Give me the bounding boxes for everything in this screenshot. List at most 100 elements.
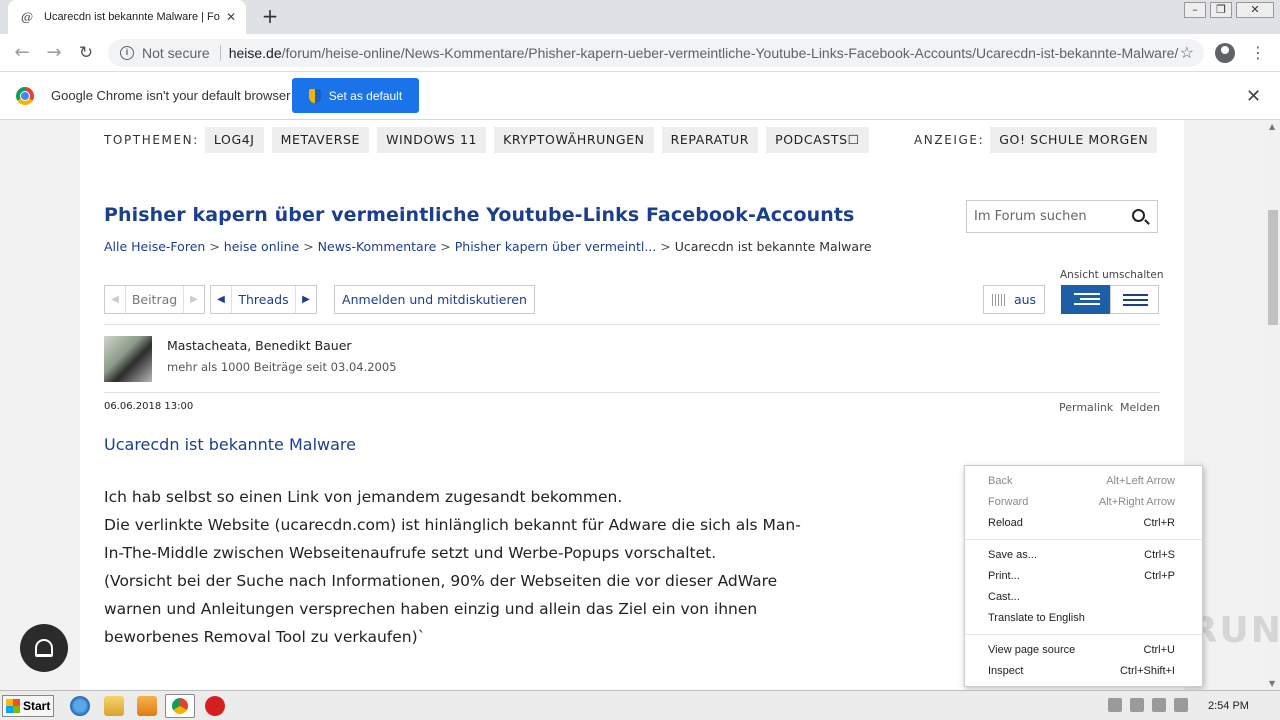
author-name[interactable]: Mastacheata, Benedikt Bauer [167,338,352,353]
url-domain: heise.de [228,45,282,61]
ctx-label: Back [988,475,1013,487]
ctx-back[interactable]: Back Alt+Left Arrow [965,471,1202,492]
ctx-print[interactable]: Print... Ctrl+P [965,566,1202,587]
stop-icon[interactable] [205,696,225,716]
anzeige-label: ANZEIGE: [914,133,985,147]
threads-label: Threads [231,286,296,313]
breadcrumb-separator: > [660,239,671,254]
post-body: Ich hab selbst so einen Link von jemande… [104,483,824,651]
topic-link[interactable]: REPARATUR [661,127,759,153]
bookmark-star-icon[interactable]: ☆ [1180,43,1194,63]
browser-tab[interactable]: @ Ucarecdn ist bekannte Malware | Fo ✕ [8,0,246,34]
tab-title: Ucarecdn ist bekannte Malware | Fo [44,11,220,23]
network-icon[interactable] [1152,698,1166,712]
chrome-taskbar-icon[interactable] [165,694,195,718]
page-scrollbar[interactable]: ▲ ▼ [1266,120,1280,690]
threadlines-off-button[interactable]: aus [983,285,1045,314]
security-label[interactable]: Not secure [142,45,210,61]
view-threaded-button[interactable] [1061,285,1110,314]
ctx-separator [965,539,1202,540]
tray-arrow-icon[interactable] [1108,698,1122,712]
permalink-link[interactable]: Permalink [1059,401,1113,414]
windows-taskbar: Start 2:54 PM [0,690,1280,720]
beitrag-label: Beitrag [125,286,184,313]
ctx-label: Inspect [988,665,1024,677]
info-icon[interactable]: i [120,46,134,60]
ctx-shortcut: Alt+Left Arrow [1106,475,1175,487]
tab-close-icon[interactable]: ✕ [226,10,236,24]
breadcrumb-link[interactable]: Alle Heise-Foren [104,239,205,254]
breadcrumb-separator: > [303,239,314,254]
post-body-line: beworbenes Removal Tool zu verkaufen)` [104,628,426,646]
breadcrumb-link[interactable]: Phisher kapern über vermeintl... [455,239,657,254]
new-tab-button[interactable]: + [258,5,282,29]
flag-icon[interactable] [1174,698,1188,712]
topthemen-label: TOPTHEMEN: [104,133,199,147]
forward-arrow-icon[interactable]: → [42,41,66,65]
file-explorer-icon[interactable] [104,696,124,716]
login-discuss-button[interactable]: Anmelden und mitdiskutieren [334,285,535,314]
thread-title[interactable]: Phisher kapern über vermeintliche Youtub… [104,204,854,226]
divider [104,324,1160,325]
ctx-translate[interactable]: Translate to English [965,608,1202,629]
address-bar[interactable]: i Not secure heise.de/forum/heise-online… [108,39,1204,67]
scroll-up-icon[interactable]: ▲ [1269,122,1275,131]
window-restore-button[interactable]: ❐ [1210,2,1232,18]
prev-thread-icon[interactable]: ◀ [211,294,231,305]
window-close-button[interactable]: ✕ [1236,2,1274,18]
topic-link[interactable]: LOG4J [204,127,264,153]
forum-search-input[interactable]: Im Forum suchen [966,200,1158,233]
start-button[interactable]: Start [2,695,54,717]
post-body-line: Ich hab selbst so einen Link von jemande… [104,488,623,506]
url-path: /forum/heise-online/News-Kommentare/Phis… [281,45,1179,61]
scrollbar-thumb[interactable] [1268,210,1278,325]
media-player-icon[interactable] [137,696,157,716]
ctx-view-source[interactable]: View page source Ctrl+U [965,640,1202,661]
flat-view-icon [1123,294,1148,307]
next-thread-icon[interactable]: ▶ [296,294,316,305]
taskbar-clock[interactable]: 2:54 PM [1208,700,1249,712]
ctx-forward[interactable]: Forward Alt+Right Arrow [965,492,1202,513]
infobar-close-icon[interactable]: ✕ [1246,86,1261,107]
topic-link[interactable]: METAVERSE [271,127,370,153]
anzeige-bar: ANZEIGE: GO! SCHULE MORGEN [914,127,1165,153]
browser-titlebar: @ Ucarecdn ist bekannte Malware | Fo ✕ +… [0,0,1280,34]
bell-icon [35,639,53,657]
next-beitrag-icon[interactable]: ▶ [184,294,204,305]
ctx-inspect[interactable]: Inspect Ctrl+Shift+I [965,661,1202,682]
avatar[interactable] [104,336,152,382]
melden-link[interactable]: Melden [1120,401,1160,414]
ctx-reload[interactable]: Reload Ctrl+R [965,513,1202,534]
ctx-label: View page source [988,644,1076,656]
window-minimize-button[interactable]: – [1184,2,1206,18]
shield-icon [308,88,321,103]
ctx-cast[interactable]: Cast... [965,587,1202,608]
ctx-label: Translate to English [988,612,1085,624]
search-placeholder: Im Forum suchen [974,209,1087,224]
breadcrumb-separator: > [440,239,451,254]
topic-link[interactable]: PODCASTS☐ [766,127,869,153]
ctx-shortcut: Ctrl+R [1143,517,1175,529]
url-text[interactable]: heise.de/forum/heise-online/News-Komment… [229,45,1179,61]
notification-bell-button[interactable] [20,624,68,672]
topic-link[interactable]: WINDOWS 11 [377,127,487,153]
ctx-save-as[interactable]: Save as... Ctrl+S [965,545,1202,566]
internet-explorer-icon[interactable] [70,696,90,716]
search-icon[interactable] [1132,209,1145,222]
profile-avatar-icon[interactable] [1215,43,1235,63]
anzeige-link[interactable]: GO! SCHULE MORGEN [990,127,1158,153]
breadcrumb-link[interactable]: heise online [224,239,299,254]
set-as-default-button[interactable]: Set as default [292,78,419,113]
reload-icon[interactable]: ↻ [74,41,98,65]
ctx-shortcut: Ctrl+S [1144,549,1175,561]
threads-navigator: ◀ Threads ▶ [210,285,317,314]
view-flat-button[interactable] [1110,285,1159,314]
volume-icon[interactable] [1130,698,1144,712]
chrome-menu-icon[interactable]: ⋮ [1250,42,1266,64]
topic-link[interactable]: KRYPTOWÄHRUNGEN [494,127,654,153]
prev-beitrag-icon[interactable]: ◀ [105,294,125,305]
back-arrow-icon[interactable]: ← [10,41,34,65]
scroll-down-icon[interactable]: ▼ [1269,679,1275,688]
ctx-shortcut: Ctrl+Shift+I [1119,665,1175,677]
breadcrumb-link[interactable]: News-Kommentare [318,239,437,254]
